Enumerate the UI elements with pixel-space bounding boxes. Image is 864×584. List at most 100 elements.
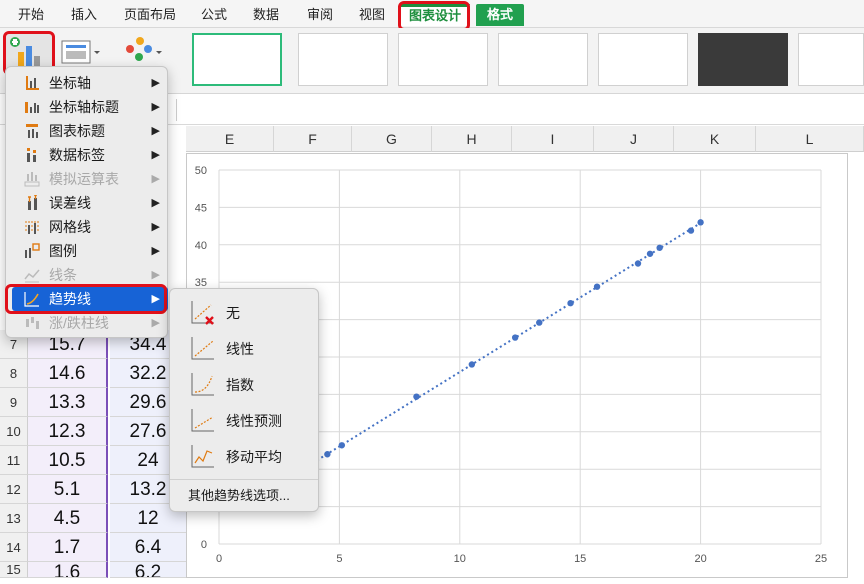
- change-colors-icon: [126, 37, 162, 61]
- tab-view[interactable]: 视图: [350, 4, 394, 26]
- x-tick-label: 20: [694, 553, 706, 565]
- tab-home[interactable]: 开始: [6, 4, 56, 26]
- chart-title-icon: [26, 124, 38, 138]
- tab-format[interactable]: 格式: [476, 4, 524, 26]
- table-cell-a[interactable]: 1.6: [28, 562, 108, 578]
- column-header-l[interactable]: L: [756, 126, 864, 152]
- table-cell-b[interactable]: 6.4: [110, 533, 186, 562]
- column-header-e[interactable]: E: [186, 126, 274, 152]
- change-colors-button[interactable]: [120, 34, 164, 68]
- menu-item-gridlines[interactable]: 网格线 ▶: [12, 215, 168, 239]
- table-cell-b[interactable]: 6.2: [110, 562, 186, 578]
- row-header[interactable]: 15: [0, 562, 28, 578]
- menu-item-lines[interactable]: 线条 ▶: [12, 263, 168, 287]
- menu-item-error-bars[interactable]: 误差线 ▶: [12, 191, 168, 215]
- scatter-point: [567, 299, 574, 307]
- tab-page-layout[interactable]: 页面布局: [114, 4, 186, 26]
- menu-item-chart-title[interactable]: 图表标题 ▶: [12, 119, 168, 143]
- x-tick-label: 10: [454, 553, 466, 565]
- menu-item-data-table[interactable]: 模拟运算表 ▶: [12, 167, 168, 191]
- trendline-option-label: 线性: [226, 341, 254, 357]
- row-header[interactable]: 10: [0, 417, 28, 446]
- table-cell-a[interactable]: 13.3: [28, 388, 108, 417]
- add-chart-element-menu: 坐标轴 ▶ 坐标轴标题 ▶ 图表标题 ▶ 数据标签 ▶ 模拟运算表 ▶ 误差线 ▶ 网格线 ▶…: [5, 66, 168, 338]
- menu-item-axis-titles[interactable]: 坐标轴标题 ▶: [12, 95, 168, 119]
- column-header-i[interactable]: I: [512, 126, 594, 152]
- menu-item-label: 线条: [49, 267, 77, 283]
- tab-review[interactable]: 审阅: [298, 4, 342, 26]
- x-tick-label: 25: [815, 553, 827, 565]
- menu-separator: [170, 479, 318, 480]
- chart-style-thumb-7[interactable]: [798, 33, 864, 86]
- column-header-h[interactable]: H: [432, 126, 512, 152]
- menu-item-label: 趋势线: [49, 291, 91, 307]
- scatter-point: [656, 244, 663, 251]
- y-tick-label: 50: [195, 165, 207, 177]
- tab-formulas[interactable]: 公式: [194, 4, 234, 26]
- trendline-icon: [24, 292, 39, 307]
- row-header[interactable]: 12: [0, 475, 28, 504]
- table-cell-a[interactable]: 1.7: [28, 533, 108, 562]
- menu-item-data-labels[interactable]: 数据标签 ▶: [12, 143, 168, 167]
- menu-item-legend[interactable]: 图例 ▶: [12, 239, 168, 263]
- trendline-option-moving-average[interactable]: 移动平均: [178, 439, 314, 473]
- table-cell-a[interactable]: 10.5: [28, 446, 108, 475]
- chart-style-thumb-4[interactable]: [498, 33, 588, 86]
- column-header-f[interactable]: F: [274, 126, 352, 152]
- menu-item-trendline[interactable]: 趋势线 ▶: [12, 287, 168, 311]
- menu-item-axes[interactable]: 坐标轴 ▶: [12, 71, 168, 95]
- x-tick-label: 0: [216, 553, 222, 565]
- tab-chart-design[interactable]: 图表设计: [400, 4, 470, 26]
- table-cell-a[interactable]: 12.3: [28, 417, 108, 446]
- scatter-point: [697, 219, 704, 226]
- trendline-option-label: 指数: [226, 377, 254, 393]
- trendline-option-linear[interactable]: 线性: [178, 331, 314, 365]
- table-cell-a[interactable]: 14.6: [28, 359, 108, 388]
- quick-layout-icon: [61, 40, 100, 64]
- submenu-arrow-icon: ▶: [151, 269, 160, 281]
- error-bars-icon: [28, 195, 37, 210]
- chart-style-thumb-3[interactable]: [398, 33, 488, 86]
- trendline-option-label: 线性预测: [226, 413, 282, 429]
- submenu-arrow-icon: ▶: [151, 245, 160, 257]
- menu-item-label: 图表标题: [49, 123, 105, 139]
- trendline-moving-average-icon: [191, 445, 214, 468]
- submenu-arrow-icon: ▶: [151, 125, 160, 137]
- row-header[interactable]: 11: [0, 446, 28, 475]
- chart-style-thumb-1[interactable]: [192, 33, 282, 86]
- tab-insert[interactable]: 插入: [62, 4, 106, 26]
- menu-item-label: 误差线: [49, 195, 91, 211]
- data-table-icon: [24, 172, 40, 187]
- column-header-k[interactable]: K: [674, 126, 756, 152]
- submenu-arrow-icon: ▶: [151, 173, 160, 185]
- table-cell-a[interactable]: 4.5: [28, 504, 108, 533]
- trendline-option-none[interactable]: 无: [178, 295, 314, 329]
- quick-layout-button[interactable]: [60, 38, 102, 68]
- trendline-option-linear-forecast[interactable]: 线性预测: [178, 403, 314, 437]
- more-trendline-options[interactable]: 其他趋势线选项...: [188, 485, 290, 504]
- row-header[interactable]: 13: [0, 504, 28, 533]
- row-header[interactable]: 14: [0, 533, 28, 562]
- formula-bar-divider: [176, 99, 177, 121]
- chart-style-thumb-2[interactable]: [298, 33, 388, 86]
- column-header-g[interactable]: G: [352, 126, 432, 152]
- trendline-none-icon: [191, 301, 214, 325]
- formula-input[interactable]: [182, 98, 862, 122]
- trendline-option-exponential[interactable]: 指数: [178, 367, 314, 401]
- table-cell-a[interactable]: 5.1: [28, 475, 108, 504]
- scatter-point: [687, 227, 695, 234]
- data-labels-icon: [27, 148, 36, 162]
- column-header-j[interactable]: J: [594, 126, 674, 152]
- row-header[interactable]: 9: [0, 388, 28, 417]
- menu-item-up-down-bars[interactable]: 涨/跌柱线 ▶: [12, 311, 168, 335]
- trendline-linear-forecast-icon: [191, 409, 214, 432]
- chart-style-thumb-6[interactable]: [698, 33, 788, 86]
- y-tick-label: 0: [201, 539, 207, 551]
- trendline-linear-icon: [191, 337, 214, 360]
- menu-item-label: 网格线: [49, 219, 91, 235]
- chart-style-thumb-5[interactable]: [598, 33, 688, 86]
- lines-icon: [24, 269, 40, 283]
- tab-data[interactable]: 数据: [244, 4, 288, 26]
- trendline-option-label: 移动平均: [226, 449, 282, 465]
- row-header[interactable]: 8: [0, 359, 28, 388]
